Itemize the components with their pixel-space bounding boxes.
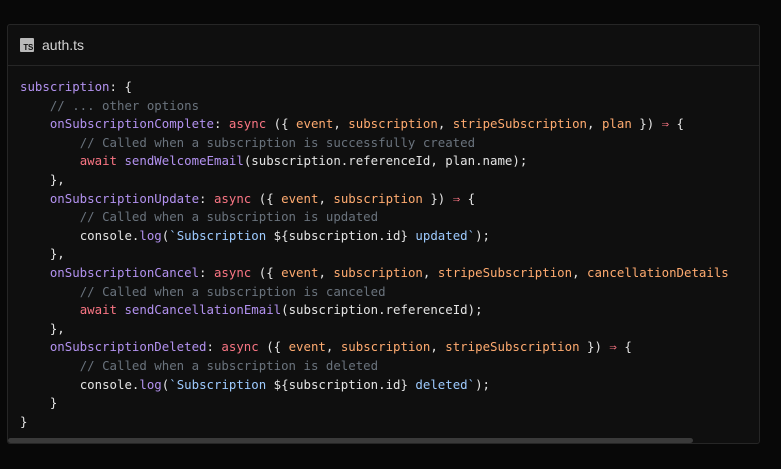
code-line: // ... other options	[20, 97, 759, 116]
code-line: // Called when a subscription is success…	[20, 134, 759, 153]
typescript-file-icon: TS	[20, 38, 34, 52]
code-comment: // Called when a subscription is updated	[79, 209, 379, 225]
code-line: },	[20, 171, 65, 187]
code-line: }	[20, 395, 58, 411]
code-line: onSubscriptionComplete: async ({ event, …	[49, 116, 685, 132]
code-line: onSubscriptionDeleted: async ({ event, s…	[49, 339, 632, 355]
code-line: },	[20, 246, 65, 262]
code-line: },	[20, 320, 65, 336]
typescript-icon-text: TS	[23, 43, 33, 52]
code-line: // Called when a subscription is updated	[20, 208, 759, 227]
code-line: subscription: {	[20, 79, 132, 94]
code-comment: // Called when a subscription is deleted	[79, 357, 379, 373]
arrow-operator: ⇒	[609, 339, 617, 355]
code-comment: // Called when a subscription is cancele…	[79, 283, 386, 299]
code-line: onSubscriptionUpdate: async ({ event, su…	[49, 190, 476, 206]
code-line: await sendCancellationEmail(subscription…	[79, 302, 483, 318]
code-line: // Called when a subscription is cancele…	[20, 283, 759, 302]
arrow-operator: ⇒	[661, 116, 670, 132]
code-line: onSubscriptionCancel: async ({ event, su…	[49, 264, 729, 280]
code-block: TS auth.ts subscription: { // ... other …	[7, 24, 760, 444]
file-tab[interactable]: TS auth.ts	[8, 25, 759, 66]
code-comment: // Called when a subscription is success…	[79, 134, 476, 150]
code-comment: // ... other options	[49, 97, 200, 113]
code-line: console.log(`Subscription ${subscription…	[79, 227, 491, 243]
horizontal-scrollbar[interactable]	[8, 438, 693, 443]
code-line: console.log(`Subscription ${subscription…	[79, 376, 491, 392]
code-line: await sendWelcomeEmail(subscription.refe…	[79, 153, 528, 169]
code-line: // Called when a subscription is deleted	[20, 357, 759, 376]
code-content[interactable]: subscription: { // ... other options onS…	[8, 66, 759, 431]
code-line: }	[20, 413, 28, 429]
filename-label: auth.ts	[42, 37, 85, 53]
